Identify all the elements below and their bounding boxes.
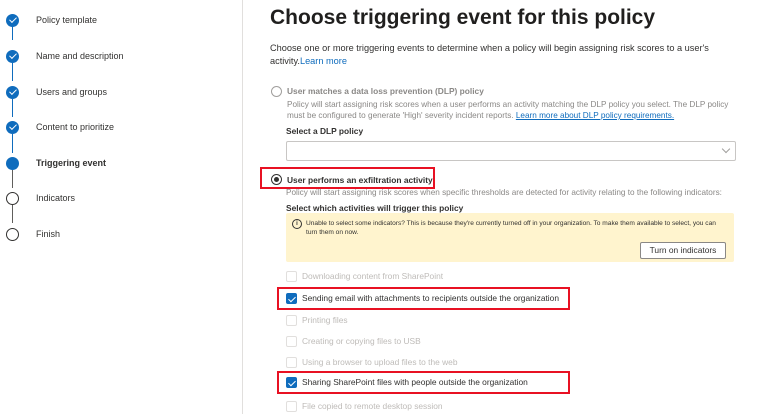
dlp-requirements-link[interactable]: Learn more about DLP policy requirements… [516, 111, 674, 120]
step-connector [12, 99, 14, 117]
check-icon [6, 13, 19, 27]
dlp-select-label: Select a DLP policy [286, 126, 364, 136]
dlp-policy-dropdown[interactable] [286, 141, 736, 161]
step-triggering-event[interactable]: Triggering event [6, 155, 106, 171]
checkbox[interactable] [286, 356, 297, 368]
step-label: Content to prioritize [36, 122, 115, 132]
step-name-and-description[interactable]: Name and description [6, 48, 124, 64]
wizard-stepper: Policy template Name and description Use… [0, 0, 243, 414]
activity-label: Using a browser to upload files to the w… [302, 357, 458, 367]
circle-icon [6, 191, 19, 205]
step-label: Triggering event [36, 158, 107, 168]
activity-remote-desktop[interactable]: File copied to remote desktop session [286, 399, 443, 413]
activity-label: File copied to remote desktop session [302, 401, 443, 411]
check-icon [6, 120, 19, 134]
exfiltration-option-description: Policy will start assigning risk scores … [286, 188, 722, 197]
dlp-option-radio[interactable] [271, 86, 282, 97]
exfiltration-option-radio[interactable] [271, 174, 282, 185]
checkbox[interactable] [286, 335, 297, 347]
activity-downloading-sharepoint[interactable]: Downloading content from SharePoint [286, 269, 443, 283]
activity-label: Printing files [302, 315, 348, 325]
page-title: Choose triggering event for this policy [270, 6, 656, 29]
step-policy-template[interactable]: Policy template [6, 12, 97, 28]
step-connector [12, 205, 14, 223]
activity-label: Sending email with attachments to recipi… [302, 293, 559, 303]
step-label: Indicators [36, 193, 76, 203]
circle-icon [6, 227, 19, 241]
activity-label: Downloading content from SharePoint [302, 271, 444, 281]
activity-sending-email-attachments[interactable]: Sending email with attachments to recipi… [286, 291, 559, 305]
turn-on-indicators-button[interactable]: Turn on indicators [640, 242, 726, 259]
activity-label: Sharing SharePoint files with people out… [302, 377, 528, 387]
check-icon [6, 85, 19, 99]
step-connector [12, 63, 14, 81]
checkbox[interactable] [286, 400, 297, 412]
step-label: Name and description [36, 51, 124, 61]
step-indicators[interactable]: Indicators [6, 190, 75, 206]
check-icon [6, 49, 19, 63]
step-users-and-groups[interactable]: Users and groups [6, 84, 107, 100]
dlp-option-title[interactable]: User matches a data loss prevention (DLP… [287, 86, 484, 96]
warning-text: Unable to select some indicators? This i… [306, 220, 716, 236]
page-intro: Choose one or more triggering events to … [270, 42, 740, 68]
step-finish[interactable]: Finish [6, 226, 60, 242]
step-label: Users and groups [36, 87, 108, 97]
activities-select-label: Select which activities will trigger thi… [286, 203, 464, 213]
exfiltration-option-title[interactable]: User performs an exfiltration activity [287, 175, 433, 185]
step-connector [12, 170, 14, 188]
activity-browser-upload[interactable]: Using a browser to upload files to the w… [286, 355, 458, 369]
step-content-to-prioritize[interactable]: Content to prioritize [6, 119, 114, 135]
step-label: Finish [36, 229, 61, 239]
learn-more-link[interactable]: Learn more [300, 56, 347, 66]
info-icon: i [292, 219, 302, 229]
checkbox[interactable] [286, 314, 297, 326]
step-connector [12, 134, 14, 153]
current-step-icon [6, 156, 19, 170]
checkbox[interactable] [286, 376, 297, 388]
activity-label: Creating or copying files to USB [302, 336, 421, 346]
step-label: Policy template [36, 15, 98, 25]
indicators-warning-banner: i Unable to select some indicators? This… [286, 213, 734, 262]
activity-copying-usb[interactable]: Creating or copying files to USB [286, 334, 421, 348]
activity-printing-files[interactable]: Printing files [286, 313, 348, 327]
checkbox[interactable] [286, 270, 297, 282]
chevron-down-icon [721, 144, 731, 154]
dlp-option-description: Policy will start assigning risk scores … [287, 99, 737, 121]
checkbox[interactable] [286, 292, 297, 304]
activity-sharing-sharepoint[interactable]: Sharing SharePoint files with people out… [286, 375, 528, 389]
